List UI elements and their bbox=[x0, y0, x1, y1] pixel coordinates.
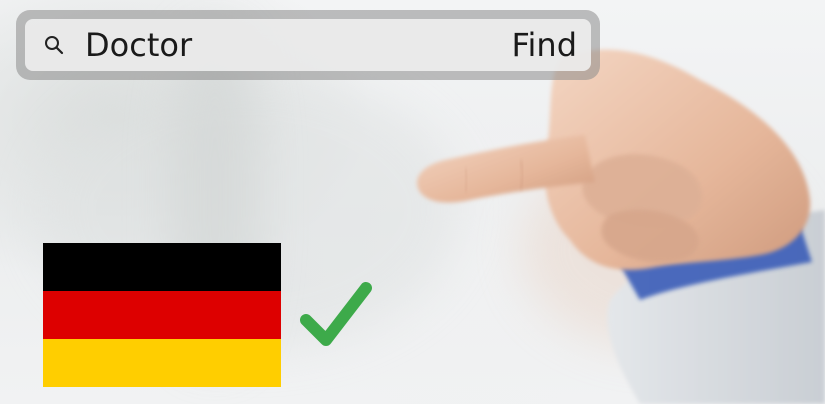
flag-stripe-gold bbox=[43, 339, 281, 387]
search-field[interactable]: Doctor Find bbox=[25, 19, 591, 71]
flag-stripe-black bbox=[43, 243, 281, 291]
find-button[interactable]: Find bbox=[511, 29, 577, 61]
hero-image: Doctor Find bbox=[0, 0, 825, 404]
flag-stripe-red bbox=[43, 291, 281, 339]
check-icon bbox=[300, 282, 372, 346]
search-icon bbox=[45, 36, 64, 55]
germany-flag-icon bbox=[43, 243, 281, 387]
search-query-text[interactable]: Doctor bbox=[85, 29, 511, 61]
search-bar: Doctor Find bbox=[16, 10, 600, 80]
